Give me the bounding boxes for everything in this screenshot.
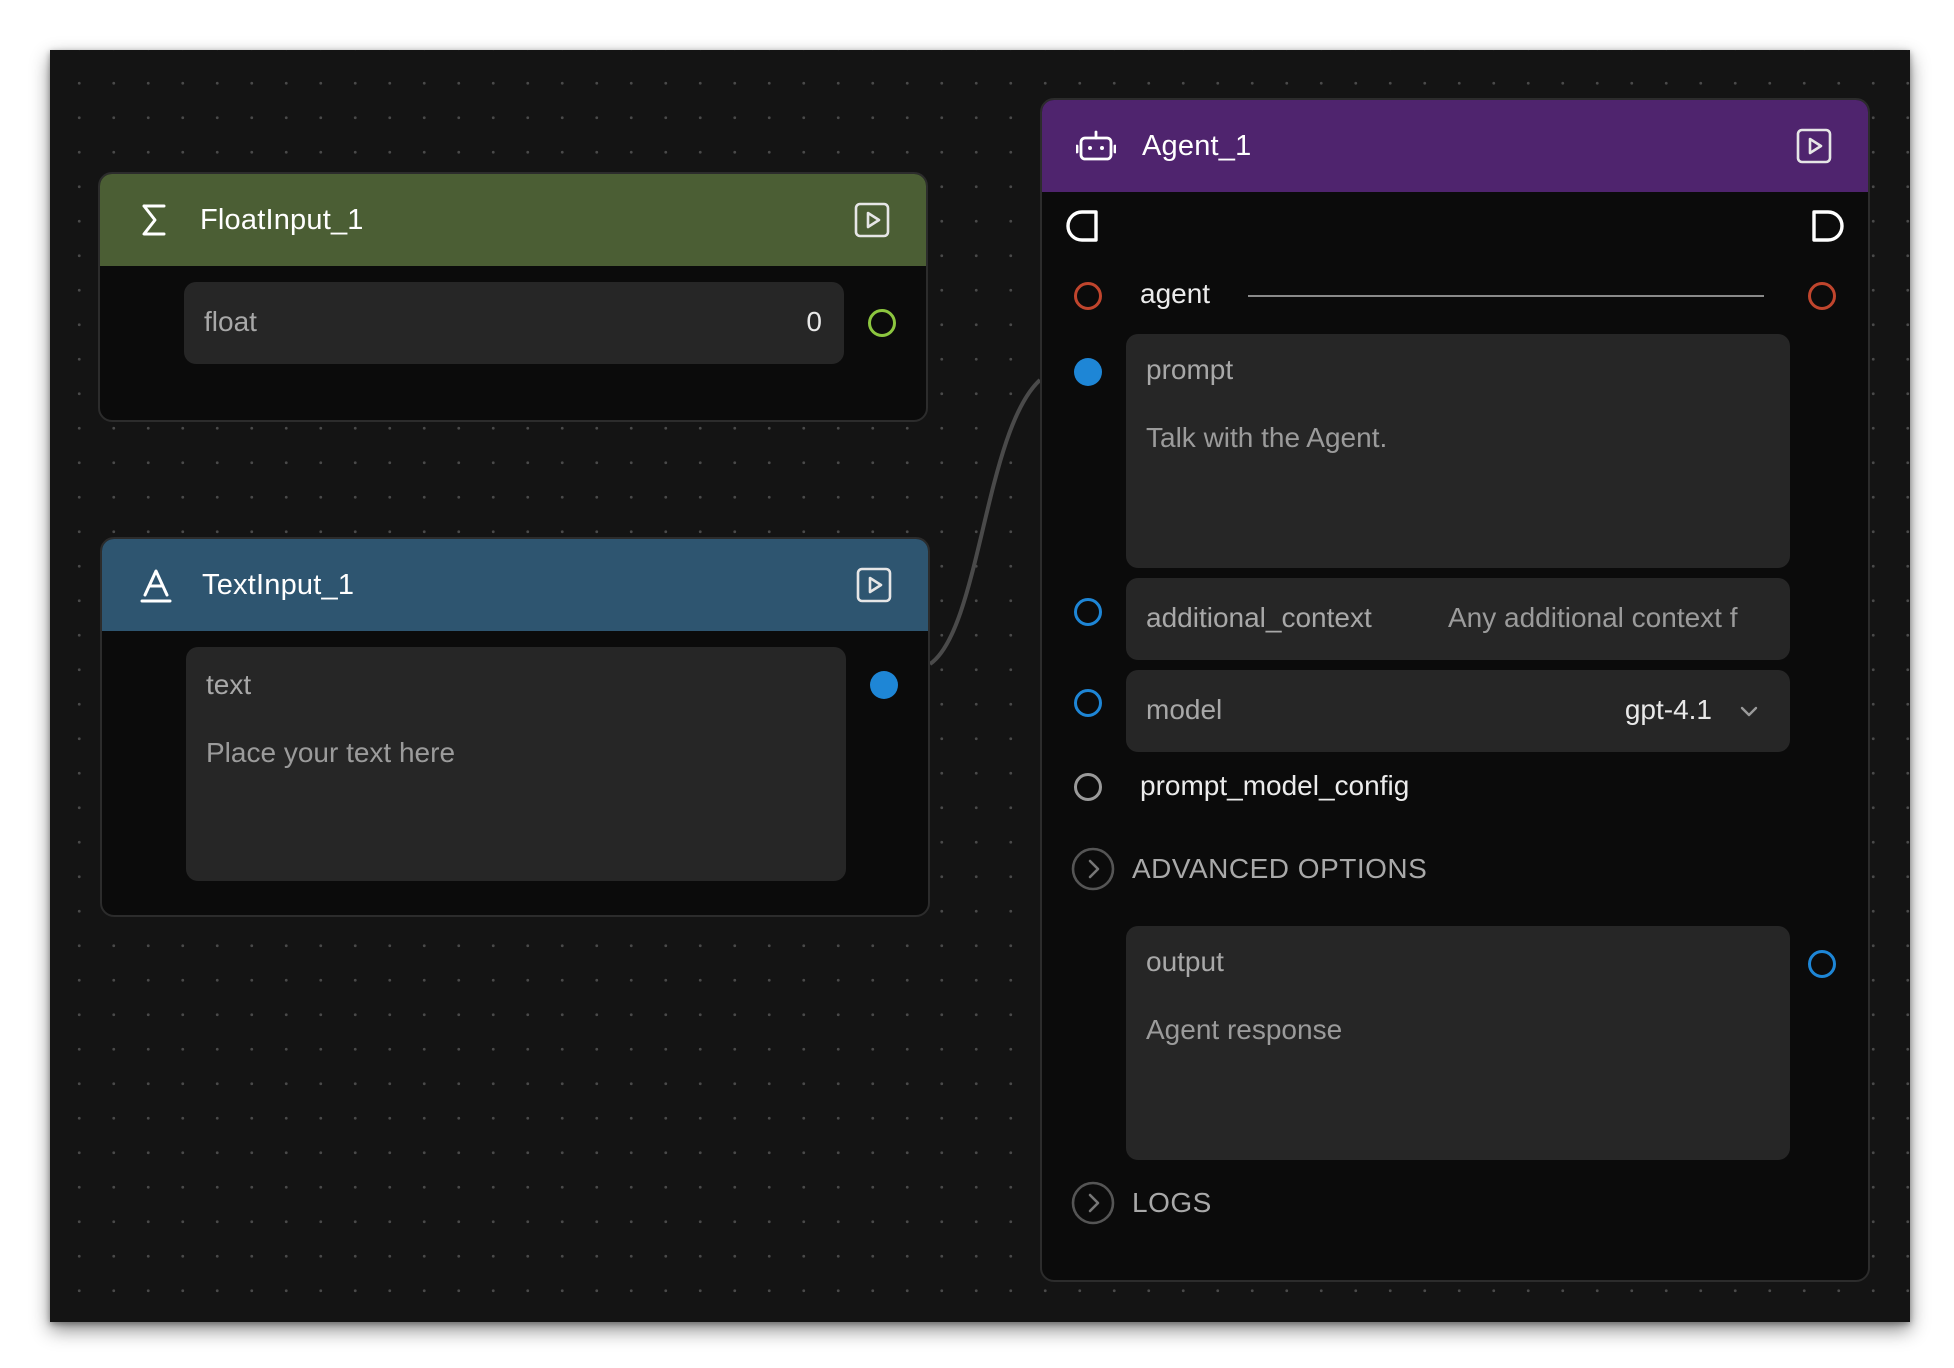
text-field[interactable]: text Place your text here <box>186 647 846 881</box>
flow-canvas[interactable]: FloatInput_1 float 0 TextInput_1 text Pl… <box>50 50 1910 1322</box>
output-label: output <box>1146 946 1224 977</box>
agent-output-handle[interactable] <box>1808 282 1836 310</box>
prompt-field[interactable]: prompt Talk with the Agent. <box>1126 334 1790 568</box>
text-node-title: TextInput_1 <box>202 569 355 601</box>
agent-run-button[interactable] <box>1794 126 1834 166</box>
logs-label: LOGS <box>1132 1187 1212 1218</box>
text-node-header[interactable]: TextInput_1 <box>102 539 928 631</box>
text-field-placeholder[interactable]: Place your text here <box>206 737 455 769</box>
prompt-input-handle[interactable] <box>1074 358 1102 386</box>
float-node-header[interactable]: FloatInput_1 <box>100 174 926 266</box>
prompt-placeholder[interactable]: Talk with the Agent. <box>1146 422 1387 454</box>
text-run-button[interactable] <box>854 565 894 605</box>
text-input-node[interactable]: TextInput_1 text Place your text here <box>100 537 930 917</box>
trigger-output-icon[interactable] <box>1810 208 1846 244</box>
chevron-right-circle-icon <box>1071 847 1115 891</box>
sigma-icon <box>134 200 174 240</box>
additional-context-input-handle[interactable] <box>1074 598 1102 626</box>
agent-node-header[interactable]: Agent_1 <box>1042 100 1868 192</box>
chevron-right-circle-icon <box>1071 1181 1115 1225</box>
chevron-down-icon[interactable] <box>1738 700 1760 722</box>
logs-toggle[interactable]: LOGS <box>1070 1180 1212 1226</box>
additional-context-label: additional_context <box>1146 602 1372 633</box>
model-value[interactable]: gpt-4.1 <box>1625 694 1712 726</box>
model-label: model <box>1146 694 1223 725</box>
float-run-button[interactable] <box>852 200 892 240</box>
agent-label: agent <box>1140 278 1211 309</box>
prompt-model-config-input-handle[interactable] <box>1074 773 1102 801</box>
float-input-node[interactable]: FloatInput_1 float 0 <box>98 172 928 422</box>
text-field-label: text <box>206 669 252 700</box>
agent-input-handle[interactable] <box>1074 282 1102 310</box>
float-field-label: float <box>204 306 257 337</box>
advanced-options-label: ADVANCED OPTIONS <box>1132 853 1428 884</box>
advanced-options-toggle[interactable]: ADVANCED OPTIONS <box>1070 846 1427 892</box>
agent-node-title: Agent_1 <box>1142 130 1252 162</box>
trigger-input-icon[interactable] <box>1064 208 1100 244</box>
float-field-value[interactable]: 0 <box>806 306 822 338</box>
additional-context-placeholder[interactable]: Any additional context f <box>1448 602 1768 634</box>
float-field[interactable]: float 0 <box>184 282 844 364</box>
text-a-icon <box>136 565 176 605</box>
output-placeholder: Agent response <box>1146 1014 1343 1045</box>
float-output-handle[interactable] <box>868 309 896 337</box>
float-node-title: FloatInput_1 <box>200 204 364 236</box>
model-input-handle[interactable] <box>1074 689 1102 717</box>
prompt-model-config-label: prompt_model_config <box>1140 770 1410 801</box>
agent-divider <box>1248 295 1764 297</box>
robot-icon <box>1075 126 1117 166</box>
agent-node[interactable]: Agent_1 agent prompt Talk with the Agent… <box>1040 98 1870 1282</box>
prompt-label: prompt <box>1146 354 1234 385</box>
output-handle[interactable] <box>1808 950 1836 978</box>
model-select[interactable]: model gpt-4.1 <box>1126 670 1790 752</box>
text-output-handle[interactable] <box>870 671 898 699</box>
additional-context-field[interactable]: additional_context Any additional contex… <box>1126 578 1790 660</box>
output-field[interactable]: output Agent response <box>1126 926 1790 1160</box>
